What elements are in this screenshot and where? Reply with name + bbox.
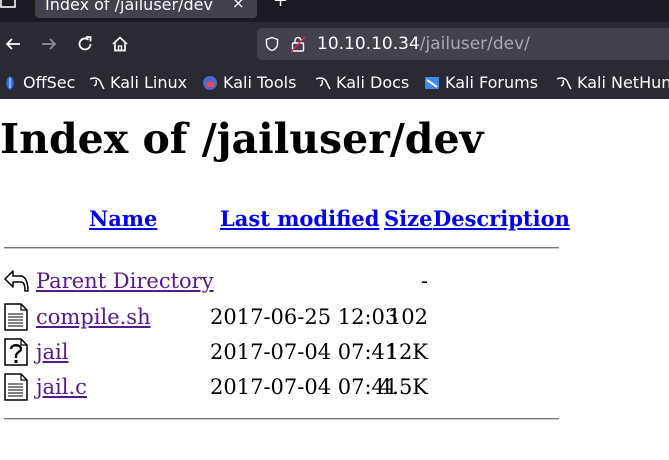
bookmark-kali-tools[interactable]: Kali Tools	[202, 73, 296, 92]
bookmark-label: Kali Forums	[445, 73, 539, 92]
back-arrow-icon	[4, 270, 29, 292]
file-link[interactable]: compile.sh	[36, 305, 151, 329]
kali-tools-icon	[203, 75, 217, 90]
new-tab-button[interactable]: +	[273, 0, 288, 11]
back-icon[interactable]	[3, 34, 23, 54]
bottom-divider	[4, 418, 559, 420]
tab-list-icon[interactable]	[0, 0, 18, 10]
url-bar[interactable]: 10.10.10.34/jailuser/dev/	[257, 28, 669, 60]
bookmark-kali-linux[interactable]: Kali Linux	[89, 73, 187, 92]
nav-toolbar: 10.10.10.34/jailuser/dev/	[0, 22, 669, 67]
file-size: 12K	[385, 340, 428, 364]
file-link[interactable]: jail.c	[36, 375, 87, 399]
table-row: jail 2017-07-04 07:41 12K	[0, 338, 669, 372]
file-link[interactable]: Parent Directory	[36, 269, 214, 293]
active-tab[interactable]: Index of /jailuser/dev ×	[35, 0, 257, 18]
bookmark-label: Kali NetHunter	[577, 73, 669, 92]
bookmark-offsec[interactable]: OffSec	[2, 73, 75, 92]
home-icon[interactable]	[110, 34, 130, 54]
sort-by-last-modified-link[interactable]: Last modified	[220, 206, 379, 231]
table-row: compile.sh 2017-06-25 12:03 102	[0, 303, 669, 337]
file-size: -	[420, 269, 428, 293]
kali-forums-icon	[425, 76, 439, 89]
tab-title: Index of /jailuser/dev	[45, 0, 213, 14]
file-date: 2017-07-04 07:41	[210, 375, 399, 399]
file-size: 102	[387, 305, 428, 329]
file-date: 2017-07-04 07:41	[210, 340, 399, 364]
bookmark-label: Kali Tools	[223, 73, 297, 92]
kali-dragon-icon	[315, 76, 331, 89]
table-row: jail.c 2017-07-04 07:41 4.5K	[0, 373, 669, 407]
sort-by-size-link[interactable]: Size	[384, 206, 432, 231]
bookmark-kali-forums[interactable]: Kali Forums	[424, 73, 538, 92]
forward-icon[interactable]	[39, 34, 59, 54]
tab-bar: Index of /jailuser/dev × +	[0, 0, 669, 22]
file-size: 4.5K	[378, 375, 428, 399]
file-date: 2017-06-25 12:03	[210, 305, 399, 329]
bookmarks-toolbar: OffSec Kali Linux Kali Tools Kali Docs K…	[0, 67, 669, 99]
table-row: Parent Directory -	[0, 267, 669, 301]
shield-icon[interactable]	[264, 36, 280, 52]
bookmark-label: Kali Linux	[110, 73, 188, 92]
file-link[interactable]: jail	[36, 340, 68, 364]
unknown-file-icon	[4, 338, 28, 366]
page-content: Index of /jailuser/dev Name Last modifie…	[0, 99, 669, 460]
tab-close-icon[interactable]: ×	[232, 0, 245, 12]
reload-icon[interactable]	[75, 34, 95, 54]
offsec-icon	[6, 75, 14, 90]
bookmark-label: Kali Docs	[336, 73, 410, 92]
url-text[interactable]: 10.10.10.34/jailuser/dev/	[317, 34, 530, 54]
sort-by-name-link[interactable]: Name	[89, 206, 157, 231]
url-host: 10.10.10.34	[317, 34, 420, 54]
insecure-lock-icon[interactable]	[290, 35, 306, 53]
sort-by-description-link[interactable]: Description	[433, 206, 570, 231]
bookmark-label: OffSec	[23, 73, 76, 92]
top-divider	[4, 247, 559, 249]
bookmark-kali-nethunter[interactable]: Kali NetHunter	[556, 73, 669, 92]
bookmark-kali-docs[interactable]: Kali Docs	[315, 73, 409, 92]
text-file-icon	[4, 303, 28, 331]
page-title: Index of /jailuser/dev	[0, 115, 484, 163]
text-file-icon	[4, 373, 28, 401]
url-path: /jailuser/dev/	[419, 34, 530, 54]
kali-dragon-icon	[89, 76, 105, 89]
kali-dragon-icon	[556, 76, 572, 89]
